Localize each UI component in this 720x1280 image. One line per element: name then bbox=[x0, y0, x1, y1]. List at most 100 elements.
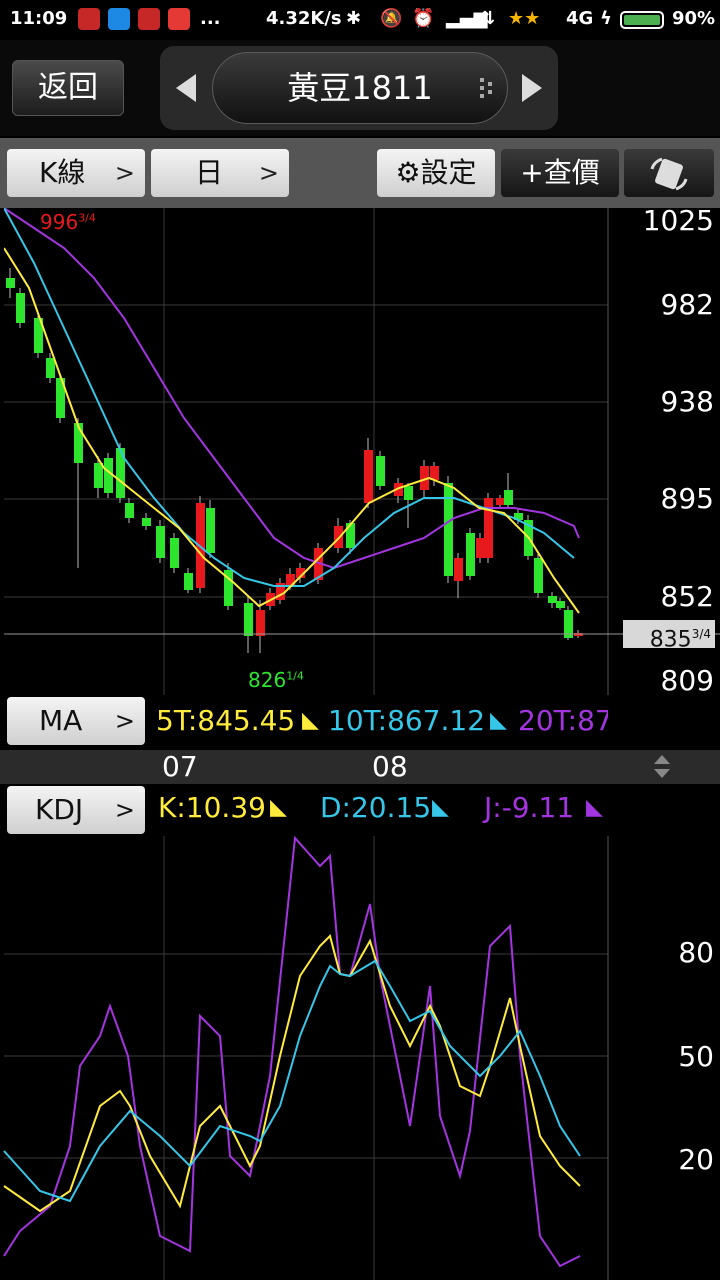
kdj-axis-label: 20 bbox=[678, 1143, 714, 1176]
candle-body bbox=[142, 518, 151, 526]
charging-icon: ϟ bbox=[600, 8, 612, 29]
period-button[interactable]: 日 > bbox=[151, 149, 289, 197]
price-axis-label: 1025 bbox=[642, 204, 714, 237]
chevron-right-icon: > bbox=[114, 707, 135, 735]
candle-body bbox=[556, 601, 565, 608]
candle-body bbox=[476, 538, 485, 558]
candle-body bbox=[534, 558, 543, 593]
j-value: J:-9.11 bbox=[484, 791, 575, 824]
kline-type-label: K線 bbox=[39, 156, 86, 189]
previous-contract-icon[interactable] bbox=[176, 74, 196, 102]
kdj-chart[interactable]: 80 50 20 bbox=[0, 836, 720, 1280]
battery-icon bbox=[620, 11, 664, 29]
ma-indicator-button[interactable]: MA > bbox=[7, 697, 145, 745]
candle-body bbox=[184, 573, 193, 590]
next-contract-icon[interactable] bbox=[522, 74, 542, 102]
candle-body bbox=[206, 508, 215, 553]
ma20-value: 20T:87 bbox=[518, 704, 608, 737]
date-label: 08 bbox=[372, 750, 408, 783]
bluetooth-icon: ✱ bbox=[346, 8, 362, 29]
candle-body bbox=[244, 603, 253, 636]
candle-body bbox=[504, 490, 513, 505]
date-axis-bar: 07 08 bbox=[0, 750, 720, 784]
candle-body bbox=[46, 358, 55, 378]
price-axis-label: 938 bbox=[660, 385, 714, 418]
ma-button-label: MA bbox=[39, 704, 83, 737]
status-time: 11:09 bbox=[10, 8, 68, 29]
candle-body bbox=[404, 486, 413, 500]
candles bbox=[6, 268, 583, 653]
drag-handle-icon[interactable] bbox=[478, 74, 498, 102]
candle-body bbox=[466, 533, 475, 576]
candle-body bbox=[548, 596, 557, 603]
price-axis-label: 895 bbox=[660, 482, 714, 515]
price-axis-label: 982 bbox=[660, 288, 714, 321]
battery-level: 90% bbox=[672, 8, 716, 29]
current-price-fraction: 3/4 bbox=[691, 627, 711, 641]
candle-body bbox=[334, 526, 343, 548]
rotate-screen-button[interactable] bbox=[624, 149, 714, 197]
kdj-indicator-bar: KDJ > K:10.39 ◣ D:20.15 ◣ J:-9.11 ◣ bbox=[0, 784, 610, 836]
candle-body bbox=[125, 503, 134, 518]
candle-body bbox=[496, 498, 505, 505]
candle-body bbox=[156, 526, 165, 558]
chevron-right-icon: > bbox=[258, 159, 279, 187]
alarm-icon: ⏰ bbox=[412, 8, 435, 29]
period-high: 996 bbox=[40, 210, 79, 234]
d-line bbox=[3, 959, 581, 1203]
trend-arrow-icon: ◣ bbox=[490, 708, 507, 733]
ma10-value: 10T:867.12 bbox=[328, 704, 486, 737]
ma5-line bbox=[4, 247, 580, 614]
price-chart[interactable]: 1025 982 938 895 852 809 8353/4 9963/4 8… bbox=[4, 204, 720, 697]
ma-indicator-bar: MA > 5T:845.45 ◣ 10T:867.12 ◣ 20T:87 bbox=[0, 695, 720, 750]
quote-button[interactable]: +查價 bbox=[501, 149, 619, 197]
period-high-fraction: 3/4 bbox=[78, 211, 96, 225]
date-label: 07 bbox=[162, 750, 198, 783]
period-low-fraction: 1/4 bbox=[286, 669, 304, 683]
star-icon: ★★ bbox=[508, 8, 541, 29]
data-transfer-icon: ⇅ bbox=[480, 8, 496, 29]
trend-arrow-icon: ◣ bbox=[586, 795, 603, 820]
ma5-value: 5T:845.45 bbox=[156, 704, 296, 737]
contract-title[interactable]: 黃豆1811 bbox=[212, 52, 508, 124]
d-value: D:20.15 bbox=[320, 791, 432, 824]
kline-type-button[interactable]: K線 > bbox=[7, 149, 145, 197]
notification-app-icon bbox=[78, 8, 100, 30]
k-value: K:10.39 bbox=[158, 791, 266, 824]
current-price: 835 bbox=[649, 627, 692, 653]
candle-body bbox=[454, 558, 463, 581]
kdj-indicator-button[interactable]: KDJ > bbox=[7, 786, 145, 834]
status-bar: 11:09 ... 4.32K/s ✱ 🔕 ⏰ ▂▄▆ ⇅ ★★ 4G ϟ 90… bbox=[0, 0, 720, 40]
notification-app-icon bbox=[138, 8, 160, 30]
kdj-axis-label: 80 bbox=[678, 936, 714, 969]
price-axis-label: 852 bbox=[660, 580, 714, 613]
period-label: 日 bbox=[195, 156, 224, 189]
top-navigation: 返回 黃豆1811 bbox=[0, 40, 720, 136]
candle-body bbox=[364, 450, 373, 503]
trend-arrow-icon: ◣ bbox=[302, 708, 319, 733]
price-grid bbox=[4, 208, 720, 695]
network-type: 4G bbox=[566, 8, 594, 29]
k-line bbox=[3, 934, 581, 1213]
candle-body bbox=[376, 456, 385, 486]
kdj-button-label: KDJ bbox=[35, 793, 84, 826]
candle-body bbox=[170, 538, 179, 568]
candle-body bbox=[104, 458, 113, 493]
chevron-right-icon: > bbox=[114, 159, 135, 187]
back-button[interactable]: 返回 bbox=[12, 60, 124, 116]
period-low-marker: 8261/4 bbox=[248, 668, 304, 692]
resize-handle-icon[interactable] bbox=[652, 754, 672, 780]
settings-button[interactable]: ⚙設定 bbox=[377, 149, 495, 197]
rotate-icon bbox=[650, 157, 688, 191]
trend-arrow-icon: ◣ bbox=[432, 795, 449, 820]
price-axis-label: 809 bbox=[660, 664, 714, 697]
candlestick-chart bbox=[4, 208, 720, 695]
mute-icon: 🔕 bbox=[380, 8, 403, 29]
current-price-tag: 8353/4 bbox=[623, 620, 715, 652]
ma-values: 5T:845.45 ◣ 10T:867.12 ◣ 20T:87 bbox=[150, 697, 608, 745]
candle-body bbox=[256, 610, 265, 636]
kdj-axis-label: 50 bbox=[678, 1040, 714, 1073]
trend-arrow-icon: ◣ bbox=[270, 795, 287, 820]
candle-body bbox=[16, 293, 25, 323]
candle-body bbox=[444, 483, 453, 576]
